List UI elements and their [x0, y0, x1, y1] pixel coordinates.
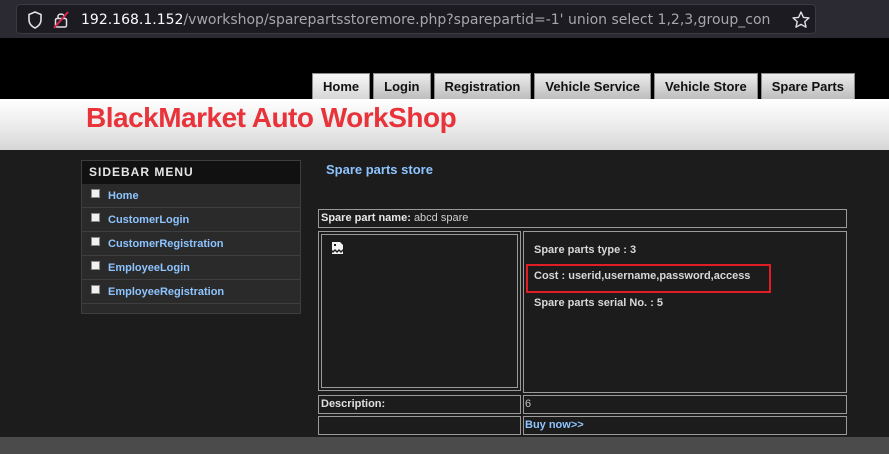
- sidebar-item-employee-registration[interactable]: EmployeeRegistration: [82, 280, 300, 304]
- url-host: 192.168.1.152: [81, 12, 184, 28]
- nav-tab-spare-parts[interactable]: Spare Parts: [760, 73, 855, 99]
- sidebar-item-customer-login[interactable]: CustomerLogin: [82, 208, 300, 232]
- lock-icon[interactable]: [53, 11, 69, 29]
- sidebar-item-label[interactable]: EmployeeLogin: [108, 262, 190, 274]
- part-image-frame: [321, 234, 518, 388]
- sidebar-item-label[interactable]: CustomerRegistration: [108, 238, 224, 250]
- url-text[interactable]: 192.168.1.152/vworkshop/sparepartsstorem…: [81, 10, 771, 30]
- broken-image-icon: [332, 242, 343, 254]
- page-footer-bar: [0, 437, 889, 454]
- square-bullet-icon: [91, 237, 100, 246]
- description-label: Description:: [318, 395, 521, 414]
- square-bullet-icon: [91, 261, 100, 270]
- nav-tab-home[interactable]: Home: [312, 73, 371, 99]
- nav-tab-vehicle-service[interactable]: Vehicle Service: [534, 73, 652, 99]
- part-image-cell: [318, 231, 521, 391]
- nav-tab-login[interactable]: Login: [373, 73, 431, 99]
- url-path: /vworkshop/sparepartsstoremore.php?spare…: [183, 12, 771, 28]
- square-bullet-icon: [91, 189, 100, 198]
- sidebar-item-customer-registration[interactable]: CustomerRegistration: [82, 232, 300, 256]
- part-serial-text: Spare parts serial No. : 5: [534, 297, 663, 309]
- buy-now-cell: Buy now>>: [523, 416, 847, 435]
- shield-icon[interactable]: [27, 11, 43, 29]
- browser-toolbar: 192.168.1.152/vworkshop/sparepartsstorem…: [0, 0, 889, 38]
- buy-now-link[interactable]: Buy now>>: [525, 419, 584, 431]
- part-name-row: Spare part name: abcd spare: [318, 209, 847, 228]
- description-value: 6: [523, 395, 847, 414]
- sidebar-menu: SIDEBAR MENU Home CustomerLogin Customer…: [81, 160, 301, 314]
- page-title: Spare parts store: [326, 162, 433, 177]
- star-icon[interactable]: [791, 10, 811, 30]
- sidebar-item-label[interactable]: Home: [108, 190, 139, 202]
- nav-tab-vehicle-store[interactable]: Vehicle Store: [654, 73, 758, 99]
- sidebar-item-label[interactable]: CustomerLogin: [108, 214, 189, 226]
- sidebar-heading: SIDEBAR MENU: [82, 161, 300, 184]
- main-nav: Home Login Registration Vehicle Service …: [312, 73, 858, 99]
- sidebar-item-home[interactable]: Home: [82, 184, 300, 208]
- site-banner: BlackMarket Auto WorkShop: [0, 99, 889, 150]
- part-name-label: Spare part name:: [321, 212, 411, 224]
- sidebar-item-employee-login[interactable]: EmployeeLogin: [82, 256, 300, 280]
- sidebar-item-label[interactable]: EmployeeRegistration: [108, 286, 224, 298]
- address-bar[interactable]: 192.168.1.152/vworkshop/sparepartsstorem…: [16, 4, 816, 34]
- part-details-cell: Spare parts type : 3 Cost : userid,usern…: [523, 231, 847, 393]
- nav-tab-registration[interactable]: Registration: [433, 73, 532, 99]
- part-cost-text: Cost : userid,username,password,access: [534, 270, 751, 282]
- square-bullet-icon: [91, 213, 100, 222]
- part-name-value: abcd spare: [413, 212, 469, 224]
- part-type-text: Spare parts type : 3: [534, 244, 637, 256]
- square-bullet-icon: [91, 285, 100, 294]
- empty-cell: [318, 416, 521, 435]
- site-title: BlackMarket Auto WorkShop: [86, 102, 457, 133]
